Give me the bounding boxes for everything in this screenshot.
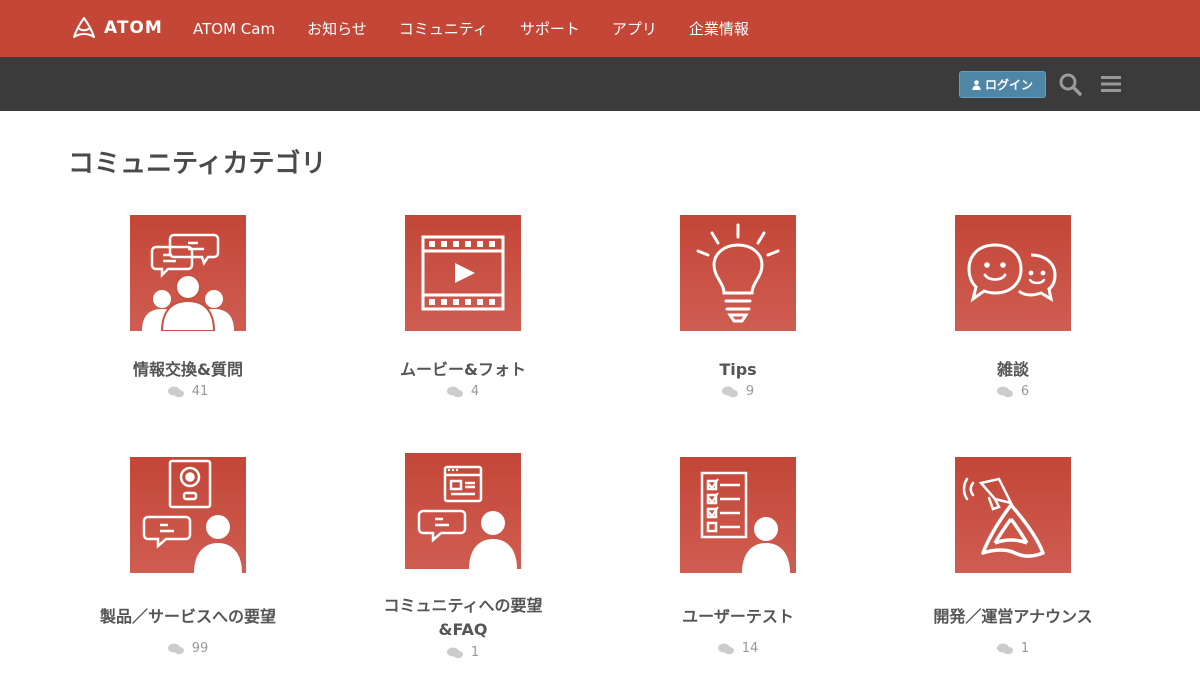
browser-request-icon [417, 465, 517, 569]
nav-item-app[interactable]: アプリ [612, 18, 657, 39]
megaphone-logo-icon [962, 477, 1045, 558]
category-icon-tile[interactable] [680, 457, 796, 573]
category-name[interactable]: コミュニティへの要望 [343, 594, 583, 618]
lightbulb-icon [696, 223, 780, 323]
post-count-value: 4 [470, 384, 480, 399]
login-button[interactable]: ログイン [959, 71, 1046, 98]
category-icon-tile[interactable] [405, 215, 521, 331]
category-icon-tile[interactable] [130, 457, 246, 573]
nav-item-community[interactable]: コミュニティ [399, 18, 488, 39]
comments-icon [721, 386, 738, 397]
post-count-value: 6 [1020, 384, 1030, 399]
comments-icon [446, 386, 463, 397]
category-card: 開発／運営アナウンス 1 [893, 457, 1133, 667]
nav-item-atom-cam[interactable]: ATOM Cam [193, 20, 275, 38]
nav-item-support[interactable]: サポート [520, 18, 580, 39]
category-card: 情報交換&質問 41 [68, 215, 308, 405]
category-name[interactable]: 開発／運営アナウンス [893, 605, 1133, 629]
category-icon-tile[interactable] [955, 457, 1071, 573]
comments-icon [996, 386, 1013, 397]
sub-toolbar: ログイン [0, 57, 1200, 111]
atom-logo-icon [73, 17, 95, 38]
comments-icon [717, 643, 734, 654]
login-label: ログイン [984, 78, 1033, 92]
post-count-value: 1 [470, 645, 480, 660]
post-count-value: 41 [191, 384, 209, 399]
post-count-value: 1 [1020, 641, 1030, 656]
category-card: 製品／サービスへの要望 99 [68, 457, 308, 667]
search-icon [1059, 73, 1082, 96]
post-count-value: 14 [741, 641, 759, 656]
post-count: 4 [343, 384, 583, 399]
post-count: 1 [893, 641, 1133, 656]
post-count: 99 [68, 641, 308, 656]
category-name[interactable]: 情報交換&質問 [68, 358, 308, 382]
camera-request-icon [142, 459, 242, 573]
category-icon-tile[interactable] [405, 453, 521, 569]
category-icon-tile[interactable] [680, 215, 796, 331]
nav-item-company[interactable]: 企業情報 [689, 18, 749, 39]
checklist-user-icon [700, 471, 790, 573]
comments-icon [167, 643, 184, 654]
menu-button[interactable] [1100, 73, 1122, 95]
comments-icon [446, 647, 463, 658]
logo-text: ATOM [104, 18, 163, 38]
smiley-chat-icon [967, 243, 1057, 303]
category-card: 雑談 6 [893, 215, 1133, 405]
post-count-value: 9 [745, 384, 755, 399]
comments-icon [167, 386, 184, 397]
main-nav: ATOM Cam お知らせ コミュニティ サポート アプリ 企業情報 [193, 0, 781, 57]
hamburger-menu-icon [1101, 76, 1121, 92]
nav-item-news[interactable]: お知らせ [307, 18, 367, 39]
category-name[interactable]: Tips [618, 358, 858, 382]
category-card: コミュニティへの要望 &FAQ 1 [343, 453, 583, 667]
post-count: 1 [343, 645, 583, 660]
user-icon [972, 79, 981, 90]
category-icon-tile[interactable] [955, 215, 1071, 331]
post-count: 9 [618, 384, 858, 399]
post-count: 6 [893, 384, 1133, 399]
comments-icon [996, 643, 1013, 654]
page-title: コミュニティカテゴリ [68, 149, 327, 179]
post-count-value: 99 [191, 641, 209, 656]
category-name[interactable]: ユーザーテスト [618, 605, 858, 629]
category-icon-tile[interactable] [130, 215, 246, 331]
category-card: ムービー&フォト 4 [343, 215, 583, 405]
category-name-line2[interactable]: &FAQ [343, 618, 583, 642]
film-play-icon [421, 235, 505, 311]
category-card: ユーザーテスト 14 [618, 457, 858, 667]
category-name[interactable]: ムービー&フォト [343, 358, 583, 382]
category-card: Tips 9 [618, 215, 858, 405]
top-navigation-bar: ATOM ATOM Cam お知らせ コミュニティ サポート アプリ 企業情報 [0, 0, 1200, 57]
atom-logo[interactable]: ATOM [70, 14, 163, 42]
category-name[interactable]: 雑談 [893, 358, 1133, 382]
post-count: 14 [618, 641, 858, 656]
post-count: 41 [68, 384, 308, 399]
people-chat-icon [142, 233, 234, 331]
search-button[interactable] [1058, 72, 1082, 96]
category-name[interactable]: 製品／サービスへの要望 [68, 605, 308, 629]
